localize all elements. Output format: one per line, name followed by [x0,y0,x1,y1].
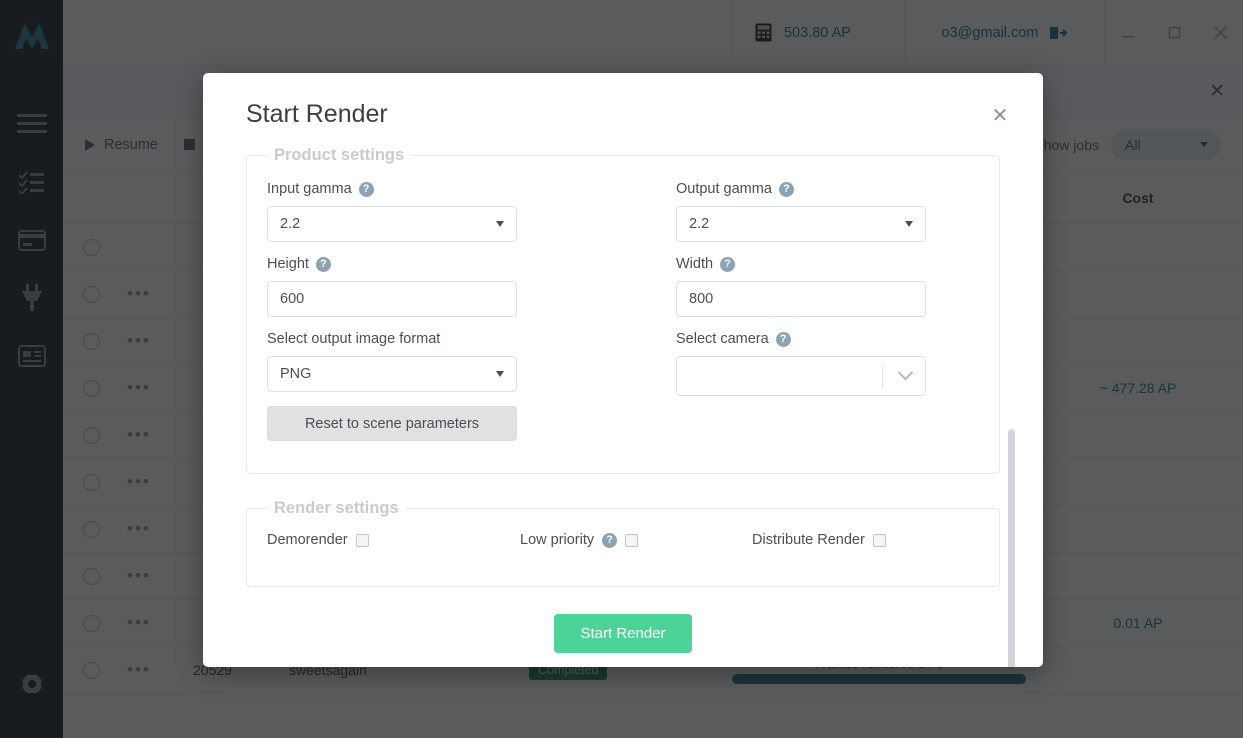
camera-field: Select camera ? [676,329,979,441]
output-format-label: Select output image format [267,331,440,347]
checkbox-box[interactable] [356,534,369,547]
width-field: Width ? 800 [676,254,979,317]
app-root: 503.80 AP o3@gmail.com [0,0,1243,738]
dialog-body: Product settings Input gamma ? 2.2 [203,129,1043,646]
height-input[interactable]: 600 [267,281,517,317]
help-icon[interactable]: ? [359,182,374,197]
select-separator [882,366,883,388]
help-icon[interactable]: ? [776,332,791,347]
width-label-row: Width ? [676,254,979,274]
dialog-actions: Start Render [246,614,1000,653]
height-value: 600 [280,291,304,307]
input-gamma-field: Input gamma ? 2.2 [267,179,570,242]
reset-to-scene-parameters-button[interactable]: Reset to scene parameters [267,406,517,441]
checkbox-box[interactable] [873,534,886,547]
chevron-down-icon [496,371,504,377]
chevron-down-icon [905,221,913,227]
input-gamma-label: Input gamma [267,181,352,197]
render-settings-checkboxes: DemorenderLow priority?Distribute Render [267,532,979,548]
output-format-value: PNG [280,366,311,382]
output-gamma-label: Output gamma [676,181,772,197]
checkbox-label: Distribute Render [752,532,865,548]
checkbox-label: Low priority [520,532,594,548]
height-label-row: Height ? [267,254,570,274]
dialog-title: Start Render [246,100,1013,129]
render-settings-group: Render settings DemorenderLow priority?D… [246,499,1000,587]
chevron-down-icon [898,365,914,381]
help-icon[interactable]: ? [602,533,617,548]
input-gamma-select[interactable]: 2.2 [267,206,517,242]
output-gamma-label-row: Output gamma ? [676,179,979,199]
checkbox-label: Demorender [267,532,348,548]
input-gamma-label-row: Input gamma ? [267,179,570,199]
product-settings-group: Product settings Input gamma ? 2.2 [246,146,1000,474]
checkbox-low-priority[interactable]: Low priority? [520,532,752,548]
product-settings-grid: Input gamma ? 2.2 Output gamma ? [267,179,979,453]
checkbox-distribute-render[interactable]: Distribute Render [752,532,886,548]
help-icon[interactable]: ? [779,182,794,197]
output-format-label-row: Select output image format [267,329,570,349]
help-icon[interactable]: ? [316,257,331,272]
camera-select[interactable] [676,356,926,396]
height-field: Height ? 600 [267,254,570,317]
width-input[interactable]: 800 [676,281,926,317]
dialog-scrollbar-thumb[interactable] [1008,429,1015,667]
dialog-scrollbar[interactable] [1008,429,1015,667]
start-render-dialog: Start Render ✕ Product settings Input ga… [203,73,1043,667]
height-label: Height [267,256,309,272]
camera-label-row: Select camera ? [676,329,979,349]
input-gamma-value: 2.2 [280,216,300,232]
output-gamma-select[interactable]: 2.2 [676,206,926,242]
width-value: 800 [689,291,713,307]
dialog-header: Start Render ✕ [203,73,1043,129]
dialog-close-button[interactable]: ✕ [989,106,1011,128]
width-label: Width [676,256,713,272]
output-gamma-field: Output gamma ? 2.2 [676,179,979,242]
product-settings-legend: Product settings [267,146,411,165]
checkbox-box[interactable] [625,534,638,547]
start-render-button[interactable]: Start Render [554,614,691,653]
render-settings-legend: Render settings [267,499,406,518]
chevron-down-icon [496,221,504,227]
output-gamma-value: 2.2 [689,216,709,232]
help-icon[interactable]: ? [720,257,735,272]
checkbox-demorender[interactable]: Demorender [267,532,520,548]
output-format-field: Select output image format PNG Reset to … [267,329,570,441]
camera-label: Select camera [676,331,769,347]
output-format-select[interactable]: PNG [267,356,517,392]
